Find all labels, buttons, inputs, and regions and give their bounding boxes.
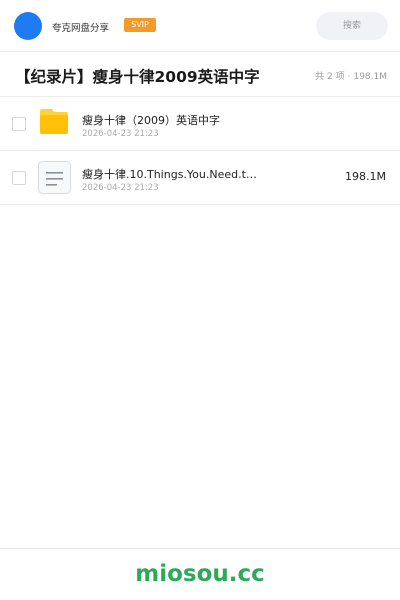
list-item-file[interactable]: 瘦身十律.10.Things.You.Need.t… 2026-04-23 21… <box>0 151 400 205</box>
folder-icon <box>40 109 68 134</box>
page-title: 【纪录片】瘦身十律2009英语中字 <box>15 68 260 86</box>
avatar[interactable] <box>14 12 42 40</box>
row-checkbox[interactable] <box>12 171 26 185</box>
list-item-folder[interactable]: 瘦身十律（2009）英语中字 2026-04-23 21:23 <box>0 97 400 151</box>
svip-badge: SVIP <box>124 18 156 32</box>
share-summary: 共 2 项 · 198.1M <box>315 69 387 82</box>
total-size: 198.1M <box>353 72 387 82</box>
file-name[interactable]: 瘦身十律（2009）英语中字 <box>82 112 282 128</box>
app-name: 夸克网盘分享 <box>52 23 110 34</box>
row-checkbox[interactable] <box>12 117 26 131</box>
summary-separator: · <box>347 72 351 82</box>
file-name[interactable]: 瘦身十律.10.Things.You.Need.t… <box>82 166 282 182</box>
footer: miosou.cc <box>0 548 400 600</box>
file-size: 198.1M <box>345 170 386 183</box>
item-count: 共 2 项 <box>315 72 345 82</box>
file-date: 2026-04-23 21:23 <box>82 183 159 193</box>
share-title-bar: 【纪录片】瘦身十律2009英语中字 共 2 项 · 198.1M <box>0 52 400 97</box>
watermark: miosou.cc <box>135 561 265 587</box>
document-icon <box>38 161 71 194</box>
top-header: 夸克网盘分享 SVIP 搜索 <box>0 0 400 52</box>
file-date: 2026-04-23 21:23 <box>82 129 159 139</box>
search-input[interactable]: 搜索 <box>316 12 388 40</box>
file-list: 瘦身十律（2009）英语中字 2026-04-23 21:23 瘦身十律.10.… <box>0 97 400 205</box>
